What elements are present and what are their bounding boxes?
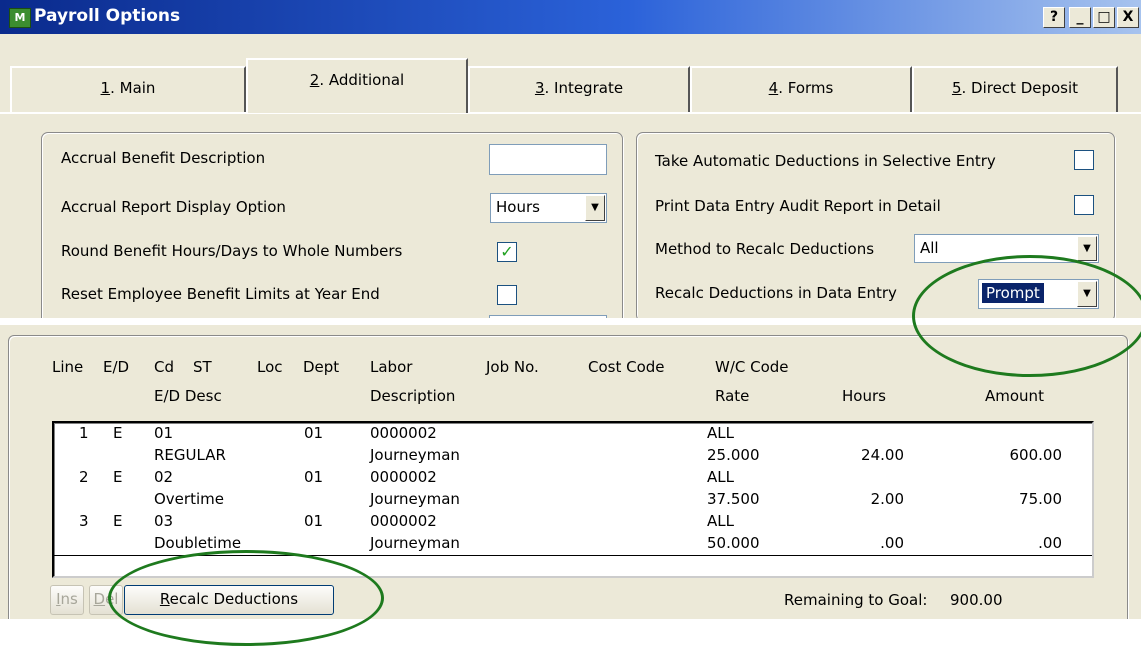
partial-input[interactable]: [489, 315, 607, 318]
row-amount: 75.00: [1019, 490, 1062, 508]
row-hours: 2.00: [870, 490, 904, 508]
highlight-ellipse: [108, 550, 384, 646]
col-job: Job No.: [486, 358, 539, 376]
row-amount: .00: [1038, 534, 1062, 552]
chevron-down-icon[interactable]: ▼: [585, 195, 605, 221]
row-cd: 02: [154, 468, 174, 486]
delete-key: D: [93, 590, 106, 608]
round-benefit-label: Round Benefit Hours/Days to Whole Number…: [61, 242, 403, 260]
row-dept: 01: [304, 512, 324, 530]
accrual-display-select[interactable]: Hours ▼: [490, 193, 607, 223]
chevron-down-icon[interactable]: ▼: [1077, 236, 1097, 261]
tab-main-label: . Main: [110, 79, 156, 97]
row-labor: 0000002: [370, 512, 437, 530]
row-dept: 01: [304, 424, 324, 442]
method-recalc-value: All: [920, 239, 939, 257]
method-recalc-label: Method to Recalc Deductions: [655, 240, 875, 258]
col-loc: Loc: [257, 358, 283, 376]
col-rate: Rate: [715, 387, 750, 405]
col-st: ST: [193, 358, 212, 376]
tab-main[interactable]: 1. Main: [10, 66, 246, 112]
tab-direct-deposit-label: . Direct Deposit: [961, 79, 1079, 97]
accrual-description-input[interactable]: [489, 144, 607, 175]
tab-additional-label: . Additional: [319, 71, 405, 89]
tab-direct-deposit[interactable]: 5. Direct Deposit: [912, 66, 1118, 112]
row-labor-desc: Journeyman: [370, 446, 460, 464]
col-labor: Labor: [370, 358, 413, 376]
row-line-num: 2: [79, 468, 89, 486]
recalc-data-entry-label: Recalc Deductions in Data Entry: [655, 284, 897, 302]
col-hours: Hours: [842, 387, 886, 405]
tab-panel-border: [0, 112, 1141, 114]
row-cd: 03: [154, 512, 174, 530]
window-title: Payroll Options: [34, 6, 181, 26]
insert-button[interactable]: Ins: [50, 585, 84, 615]
close-button[interactable]: X: [1117, 7, 1139, 28]
col-ed: E/D: [103, 358, 130, 376]
row-desc: REGULAR: [154, 446, 226, 464]
row-line-num: 1: [79, 424, 89, 442]
row-labor-desc: Journeyman: [370, 534, 460, 552]
col-line: Line: [52, 358, 84, 376]
tab-forms-label: . Forms: [778, 79, 834, 97]
accrual-display-label: Accrual Report Display Option: [61, 198, 286, 216]
highlight-ellipse: [912, 255, 1141, 377]
tab-forms[interactable]: 4. Forms: [690, 66, 912, 112]
auto-deductions-checkbox[interactable]: [1074, 150, 1094, 170]
row-rate: 37.500: [707, 490, 760, 508]
row-amount: 600.00: [1009, 446, 1063, 464]
reset-limits-label: Reset Employee Benefit Limits at Year En…: [61, 285, 380, 303]
row-wc: ALL: [707, 512, 734, 530]
tab-additional[interactable]: 2. Additional: [246, 58, 468, 113]
reset-limits-checkbox[interactable]: [497, 285, 517, 305]
round-benefit-checkbox[interactable]: ✓: [497, 242, 517, 262]
row-labor-desc: Journeyman: [370, 490, 460, 508]
row-rate: 50.000: [707, 534, 760, 552]
row-line-num: 3: [79, 512, 89, 530]
insert-label: ns: [60, 590, 78, 608]
row-desc: Overtime: [154, 490, 224, 508]
col-amount: Amount: [985, 387, 1044, 405]
col-dept: Dept: [303, 358, 340, 376]
title-bar: M Payroll Options ? _ □ X: [0, 0, 1141, 34]
maximize-button[interactable]: □: [1093, 7, 1115, 28]
app-icon: M: [9, 8, 31, 28]
row-rate: 25.000: [707, 446, 760, 464]
row-ed: E: [113, 424, 123, 442]
tab-integrate[interactable]: 3. Integrate: [468, 66, 690, 112]
tab-additional-key: 2: [309, 71, 320, 89]
row-ed: E: [113, 468, 123, 486]
row-labor: 0000002: [370, 468, 437, 486]
remaining-to-goal-label: Remaining to Goal:: [784, 591, 928, 609]
row-labor: 0000002: [370, 424, 437, 442]
remaining-to-goal-value: 900.00: [950, 591, 1003, 609]
col-wc-code: W/C Code: [715, 358, 789, 376]
tab-integrate-label: . Integrate: [544, 79, 624, 97]
accrual-description-label: Accrual Benefit Description: [61, 149, 266, 167]
row-hours: .00: [880, 534, 904, 552]
row-hours: 24.00: [861, 446, 904, 464]
accrual-display-value: Hours: [496, 198, 540, 216]
row-wc: ALL: [707, 468, 734, 486]
row-ed: E: [113, 512, 123, 530]
col-cost-code: Cost Code: [588, 358, 665, 376]
auto-deductions-label: Take Automatic Deductions in Selective E…: [655, 152, 996, 170]
row-dept: 01: [304, 468, 324, 486]
help-button[interactable]: ?: [1043, 7, 1065, 28]
col-cd: Cd: [154, 358, 174, 376]
row-wc: ALL: [707, 424, 734, 442]
minimize-button[interactable]: _: [1069, 7, 1091, 28]
print-audit-checkbox[interactable]: [1074, 195, 1094, 215]
print-audit-label: Print Data Entry Audit Report in Detail: [655, 197, 941, 215]
tab-forms-key: 4: [768, 79, 779, 97]
col-ed-desc: E/D Desc: [154, 387, 222, 405]
col-description: Description: [370, 387, 456, 405]
tab-main-key: 1: [100, 79, 111, 97]
row-cd: 01: [154, 424, 174, 442]
